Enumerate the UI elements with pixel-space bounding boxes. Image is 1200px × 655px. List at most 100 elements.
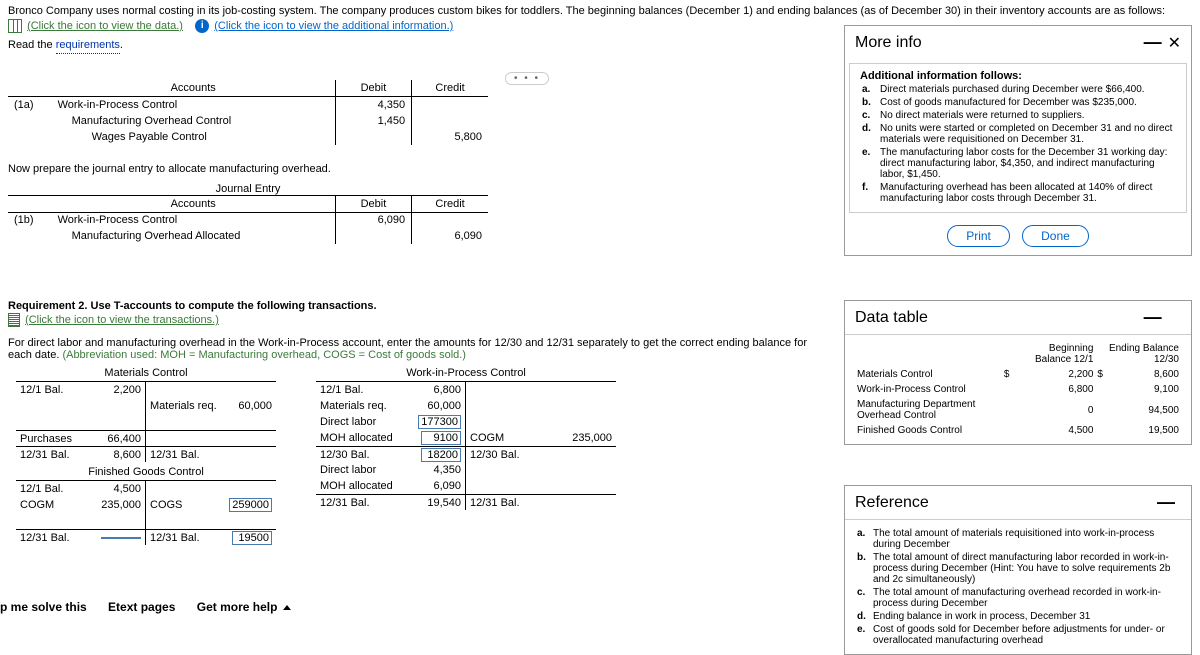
je-acc: Manufacturing Overhead Allocated <box>52 228 336 244</box>
t-lbl: 12/31 Bal. <box>150 532 200 544</box>
t-account-finished-goods: Finished Goods Control 12/1 Bal. 4,500 CO… <box>16 466 276 545</box>
t-lbl: 12/1 Bal. <box>320 384 363 396</box>
read-the: Read the <box>8 39 56 51</box>
minimize-icon[interactable]: — <box>1157 492 1175 512</box>
t-val: 4,500 <box>113 483 141 495</box>
grid-icon[interactable] <box>8 19 22 33</box>
etext-pages[interactable]: Etext pages <box>108 600 175 614</box>
t-val: 60,000 <box>427 400 461 412</box>
view-transactions-link[interactable]: (Click the icon to view the transactions… <box>25 314 219 326</box>
t-lbl: COGS <box>150 499 182 511</box>
t-val: 8,600 <box>113 449 141 461</box>
prepare-text: Now prepare the journal entry to allocat… <box>8 163 488 175</box>
t-lbl: Direct labor <box>320 464 376 476</box>
t-account-materials: Materials Control 12/1 Bal.2,200 Purchas… <box>16 367 276 462</box>
req2-title: Requirement 2. Use T-accounts to compute… <box>8 300 377 312</box>
t-input[interactable]: 177300 <box>418 415 461 429</box>
t-lbl: 12/1 Bal. <box>20 483 63 495</box>
req2-abbr: (Abbreviation used: MOH = Manufacturing … <box>62 349 466 361</box>
je-acc: Manufacturing Overhead Control <box>52 113 336 129</box>
col-credit: Credit <box>412 80 488 97</box>
t-lbl: MOH allocated <box>320 432 393 444</box>
t-lbl: Materials req. <box>320 400 387 412</box>
view-additional-link[interactable]: (Click the icon to view the additional i… <box>214 20 453 32</box>
col-accounts: Accounts <box>52 196 336 213</box>
data-table-panel: Data table —✕ Beginning Balance 12/1 End… <box>844 300 1192 445</box>
je-label-1b: (1b) <box>8 212 52 228</box>
ellipsis-divider: • • • <box>505 72 549 85</box>
panel-title: Reference <box>855 494 929 512</box>
doc-icon[interactable] <box>8 313 20 327</box>
t-val: 4,350 <box>433 464 461 476</box>
info-item: No units were started or completed on De… <box>880 123 1174 145</box>
dt-val: 94,500 <box>1105 397 1181 423</box>
dt-val: 6,800 <box>1011 382 1095 397</box>
minimize-icon[interactable]: — <box>1144 307 1162 327</box>
col-accounts: Accounts <box>52 80 336 97</box>
ref-item: The total amount of materials requisitio… <box>873 528 1179 550</box>
dt-val: 9,100 <box>1105 382 1181 397</box>
t-lbl: 12/31 Bal. <box>20 532 70 544</box>
info-item: Direct materials purchased during Decemb… <box>880 84 1174 95</box>
t-lbl: 12/31 Bal. <box>20 449 70 461</box>
dt-val: 8,600 <box>1105 367 1181 382</box>
dt-name: Manufacturing Department Overhead Contro… <box>855 397 1002 423</box>
dt-cur: $ <box>1002 367 1012 382</box>
journal-1b: Accounts Debit Credit (1b) Work-in-Proce… <box>8 196 488 245</box>
col-credit: Credit <box>412 196 488 213</box>
t-val: 6,090 <box>433 480 461 492</box>
requirements-link[interactable]: requirements <box>56 39 120 54</box>
je-acc: Wages Payable Control <box>52 129 336 145</box>
dt-h1: Beginning Balance 12/1 <box>1011 341 1095 367</box>
t-val: 2,200 <box>113 384 141 396</box>
t-val: 235,000 <box>101 499 141 511</box>
info-item: Manufacturing overhead has been allocate… <box>880 182 1174 204</box>
col-debit: Debit <box>335 196 411 213</box>
info-lead: Additional information follows: <box>860 70 1176 82</box>
t-account-wip: Work-in-Process Control 12/1 Bal. 6,800 M… <box>316 367 616 545</box>
info-item: The manufacturing labor costs for the De… <box>880 147 1174 180</box>
t-val: 66,400 <box>107 433 141 445</box>
dt-h2: Ending Balance 12/30 <box>1105 341 1181 367</box>
t-lbl: MOH allocated <box>320 480 393 492</box>
t-input[interactable]: 18200 <box>421 448 461 462</box>
je-credit: 5,800 <box>412 129 488 145</box>
info-icon[interactable]: i <box>195 19 209 33</box>
more-info-panel: More info —✕ Additional information foll… <box>844 25 1192 256</box>
je-label-1a: (1a) <box>8 97 52 113</box>
t-val: 6,800 <box>433 384 461 396</box>
dt-val: 2,200 <box>1011 367 1095 382</box>
col-debit: Debit <box>335 80 411 97</box>
done-button[interactable]: Done <box>1022 225 1089 247</box>
dt-val: 19,500 <box>1105 423 1181 438</box>
help-solve[interactable]: p me solve this <box>0 600 87 614</box>
minimize-icon[interactable]: — <box>1144 32 1162 52</box>
dt-cur: $ <box>1095 367 1105 382</box>
t-lbl: 12/30 Bal. <box>320 449 370 461</box>
get-more-help[interactable]: Get more help <box>197 600 291 614</box>
tacct-title: Work-in-Process Control <box>316 367 616 382</box>
reference-panel: Reference — a.The total amount of materi… <box>844 485 1192 655</box>
je-credit: 6,090 <box>412 228 488 244</box>
dt-val: 4,500 <box>1011 423 1095 438</box>
t-lbl: COGM <box>470 432 504 444</box>
print-button[interactable]: Print <box>947 225 1010 247</box>
t-input[interactable]: 259000 <box>229 498 272 512</box>
view-data-link[interactable]: (Click the icon to view the data.) <box>27 20 183 32</box>
reference-list: a.The total amount of materials requisit… <box>855 526 1181 648</box>
intro-line1: Bronco Company uses normal costing in it… <box>8 5 1192 17</box>
t-input[interactable]: 9100 <box>421 431 461 445</box>
balances-table: Beginning Balance 12/1 Ending Balance 12… <box>855 341 1181 438</box>
tacct-title: Finished Goods Control <box>16 466 276 481</box>
t-val: 60,000 <box>238 400 272 412</box>
t-lbl: Materials req. <box>150 400 217 412</box>
t-lbl: Direct labor <box>320 416 376 428</box>
t-input[interactable] <box>101 537 141 539</box>
close-icon[interactable]: ✕ <box>1168 35 1181 53</box>
dt-name: Finished Goods Control <box>855 423 1002 438</box>
ref-item: Cost of goods sold for December before a… <box>873 624 1179 646</box>
journal-entry-title: Journal Entry <box>8 183 488 196</box>
ref-item: The total amount of manufacturing overhe… <box>873 587 1179 609</box>
t-input[interactable]: 19500 <box>232 531 272 545</box>
je-debit: 6,090 <box>335 212 411 228</box>
